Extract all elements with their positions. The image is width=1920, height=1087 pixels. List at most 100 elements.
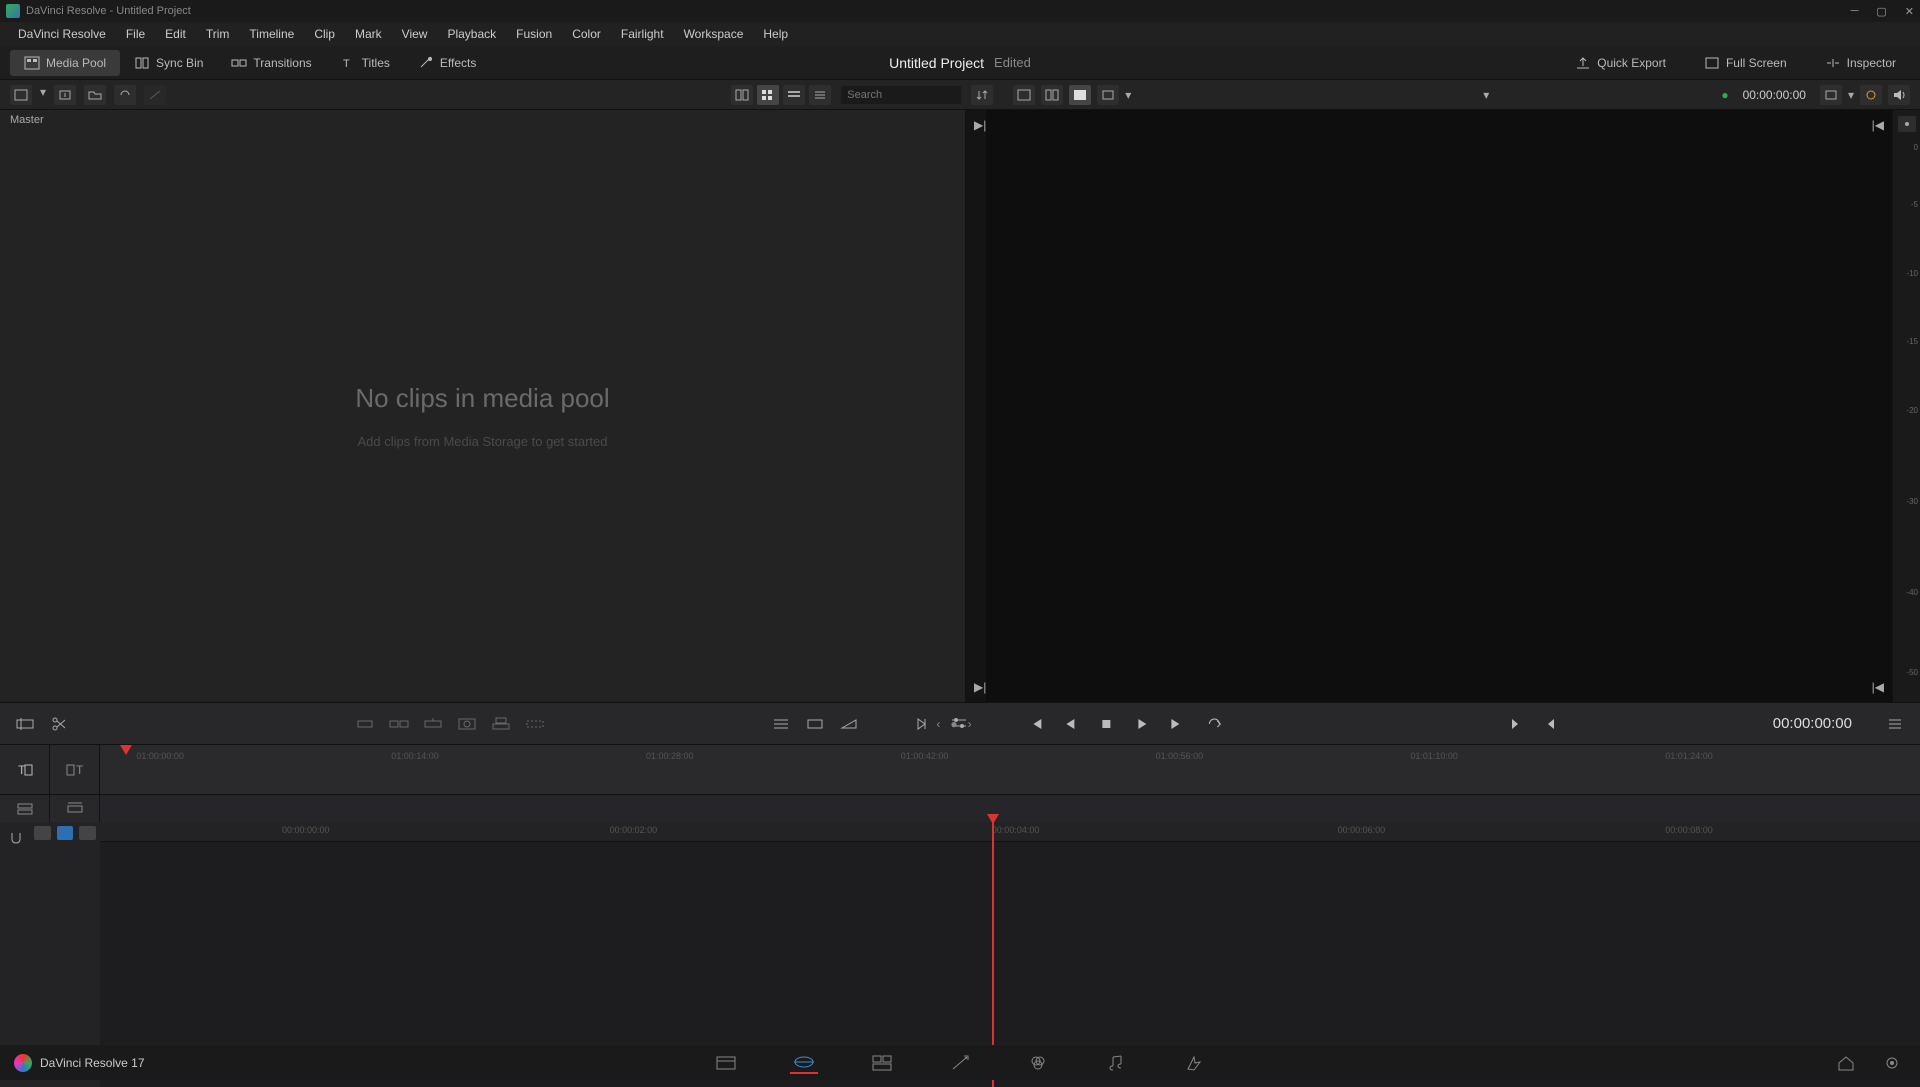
maximize-icon[interactable]: ▢ xyxy=(1876,5,1886,18)
next-clip-icon-2[interactable]: ▶| xyxy=(974,680,986,694)
timeline-mode-b-button[interactable]: T xyxy=(50,745,100,794)
menu-help[interactable]: Help xyxy=(755,24,796,44)
fast-review-button[interactable] xyxy=(912,712,938,736)
smart-insert-button[interactable] xyxy=(352,712,378,736)
timeline-timecode[interactable]: 00:00:00:00 xyxy=(1773,715,1852,732)
sync-button[interactable] xyxy=(114,85,136,105)
prev-edit-button[interactable] xyxy=(1537,712,1563,736)
dual-viewer-button[interactable] xyxy=(1069,85,1091,105)
jog-left-icon[interactable]: ‹ xyxy=(936,717,940,731)
menu-fairlight[interactable]: Fairlight xyxy=(613,24,672,44)
project-settings-button[interactable] xyxy=(1878,1052,1906,1074)
boring-detector-button[interactable] xyxy=(12,712,38,736)
page-deliver[interactable] xyxy=(1180,1052,1208,1074)
close-icon[interactable]: ✕ xyxy=(1905,5,1914,18)
menu-trim[interactable]: Trim xyxy=(198,24,238,44)
source-viewer-button[interactable] xyxy=(1013,85,1035,105)
split-clip-button[interactable] xyxy=(46,712,72,736)
rec-viewer-button[interactable] xyxy=(1041,85,1063,105)
page-fairlight[interactable] xyxy=(1102,1052,1130,1074)
tab-transitions[interactable]: Transitions xyxy=(217,50,325,76)
next-clip-icon[interactable]: ▶| xyxy=(974,118,986,132)
bin-list-button[interactable] xyxy=(10,85,32,105)
tab-media-pool[interactable]: Media Pool xyxy=(10,50,120,76)
safe-area-button[interactable] xyxy=(1097,85,1119,105)
sort-button[interactable] xyxy=(971,85,993,105)
menu-view[interactable]: View xyxy=(394,24,436,44)
page-media[interactable] xyxy=(712,1052,740,1074)
menu-color[interactable]: Color xyxy=(564,24,609,44)
import-folder-button[interactable] xyxy=(84,85,106,105)
metadata-view-button[interactable] xyxy=(731,85,753,105)
stop-button[interactable] xyxy=(1094,712,1120,736)
marker-button[interactable] xyxy=(34,826,51,840)
ripple-overwrite-button[interactable] xyxy=(420,712,446,736)
close-up-button[interactable] xyxy=(454,712,480,736)
play-button[interactable] xyxy=(1130,712,1156,736)
full-screen-button[interactable]: Full Screen xyxy=(1690,50,1801,76)
place-on-top-button[interactable] xyxy=(488,712,514,736)
menu-mark[interactable]: Mark xyxy=(347,24,390,44)
tab-effects[interactable]: Effects xyxy=(404,50,490,76)
next-edit-button[interactable] xyxy=(1503,712,1529,736)
dissolve-button[interactable] xyxy=(836,712,862,736)
list-view-button[interactable] xyxy=(809,85,831,105)
meter-settings-button[interactable] xyxy=(1898,116,1916,132)
search-input[interactable] xyxy=(841,86,961,104)
zoom-menu-button[interactable] xyxy=(1820,85,1842,105)
jog-right-icon[interactable]: › xyxy=(968,717,972,731)
step-back-button[interactable] xyxy=(1058,712,1084,736)
track-insert-button[interactable] xyxy=(0,795,50,822)
snap-button[interactable] xyxy=(4,826,28,850)
track-overwrite-button[interactable] xyxy=(50,795,100,822)
viewer-timecode[interactable]: 00:00:00:00 xyxy=(1735,88,1814,102)
record-viewer[interactable]: |◀ |◀ xyxy=(986,110,1892,702)
menu-davinci[interactable]: DaVinci Resolve xyxy=(10,24,114,44)
strip-view-button[interactable] xyxy=(783,85,805,105)
dropdown-icon[interactable]: ▾ xyxy=(40,85,46,105)
media-pool-header[interactable]: Master xyxy=(0,110,965,130)
chevron-down-icon-3[interactable]: ▾ xyxy=(1848,88,1854,102)
menu-edit[interactable]: Edit xyxy=(157,24,194,44)
minimize-icon[interactable]: ─ xyxy=(1851,5,1859,18)
quick-export-button[interactable]: Quick Export xyxy=(1561,50,1680,76)
tab-sync-bin[interactable]: Sync Bin xyxy=(120,50,217,76)
chevron-down-icon[interactable]: ▾ xyxy=(1125,88,1131,102)
page-color[interactable] xyxy=(1024,1052,1052,1074)
go-to-last-button[interactable] xyxy=(1166,712,1192,736)
inspector-button[interactable]: Inspector xyxy=(1811,50,1910,76)
bypass-fx-button[interactable] xyxy=(1860,85,1882,105)
source-viewer[interactable]: ▶| ▶| xyxy=(966,110,986,702)
timeline-menu-button[interactable] xyxy=(1882,712,1908,736)
go-to-first-button[interactable] xyxy=(1022,712,1048,736)
page-edit[interactable] xyxy=(868,1052,896,1074)
timeline-mode-a-button[interactable]: T xyxy=(0,745,50,794)
menu-file[interactable]: File xyxy=(118,24,153,44)
menu-clip[interactable]: Clip xyxy=(306,24,343,44)
flag-button[interactable] xyxy=(57,826,74,840)
tools-button[interactable] xyxy=(768,712,794,736)
lower-ruler[interactable]: 00:00:00:00 00:00:02:00 00:00:04:00 00:0… xyxy=(100,822,1920,842)
upper-ruler[interactable]: 01:00:00:00 01:00:14:00 01:00:28:00 01:0… xyxy=(100,745,1920,794)
transition-button[interactable] xyxy=(802,712,828,736)
media-pool-body[interactable]: No clips in media pool Add clips from Me… xyxy=(0,130,965,702)
page-fusion[interactable] xyxy=(946,1052,974,1074)
append-button[interactable] xyxy=(386,712,412,736)
menu-playback[interactable]: Playback xyxy=(439,24,504,44)
menu-timeline[interactable]: Timeline xyxy=(241,24,302,44)
tab-titles[interactable]: T Titles xyxy=(326,50,404,76)
prev-clip-icon[interactable]: |◀ xyxy=(1872,118,1884,132)
volume-icon[interactable] xyxy=(1888,85,1910,105)
loop-button[interactable] xyxy=(1202,712,1228,736)
home-button[interactable] xyxy=(1832,1052,1860,1074)
audio-sync-button[interactable] xyxy=(79,826,96,840)
prev-clip-icon-2[interactable]: |◀ xyxy=(1872,680,1884,694)
thumbnail-view-button[interactable] xyxy=(757,85,779,105)
menu-workspace[interactable]: Workspace xyxy=(676,24,752,44)
page-cut[interactable] xyxy=(790,1052,818,1074)
source-overwrite-button[interactable] xyxy=(522,712,548,736)
menu-fusion[interactable]: Fusion xyxy=(508,24,560,44)
jog-dot-icon[interactable]: ● xyxy=(950,717,957,731)
chevron-down-icon-2[interactable]: ▾ xyxy=(1483,88,1489,102)
upper-track-area[interactable] xyxy=(100,795,1920,822)
